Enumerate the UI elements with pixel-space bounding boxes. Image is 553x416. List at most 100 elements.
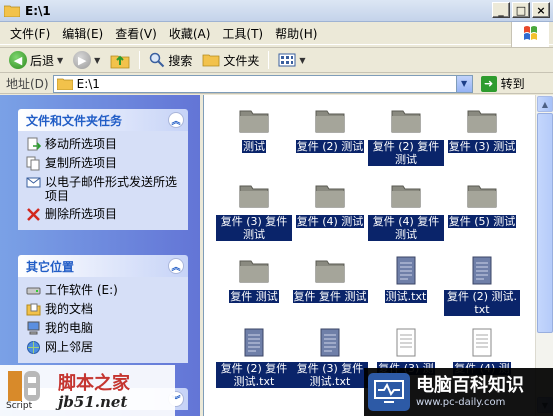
file-item[interactable]: 测试.txt	[368, 255, 444, 303]
folder-icon	[315, 260, 345, 283]
menu-file[interactable]: 文件(F)	[4, 25, 56, 42]
folders-button[interactable]: 文件夹	[199, 49, 262, 71]
menu-edit[interactable]: 编辑(E)	[56, 25, 109, 42]
folder-icon	[391, 110, 421, 133]
folder-icon	[239, 260, 269, 283]
scroll-up-button[interactable]: ▲	[537, 96, 553, 112]
file-item[interactable]: 复件 (2) 测试	[292, 105, 368, 153]
copy-icon	[26, 156, 41, 171]
up-folder-button[interactable]	[107, 49, 133, 71]
file-name: 复件 (2) 测试	[295, 140, 365, 153]
task-move[interactable]: 移动所选项目	[26, 135, 182, 154]
collapse-icon[interactable]: ︽	[168, 258, 184, 274]
title-bar: E:\1 _ □ ×	[0, 0, 553, 22]
menu-view[interactable]: 查看(V)	[109, 25, 163, 42]
task-label: 复制所选项目	[45, 156, 118, 170]
forward-arrow-icon: ▶	[73, 51, 92, 69]
file-name: 复件 (2) 复件 测试.txt	[216, 362, 292, 388]
search-label: 搜索	[168, 53, 193, 68]
address-label: 地址(D)	[6, 77, 49, 91]
my-documents-icon	[26, 302, 41, 317]
email-icon	[26, 175, 41, 190]
windows-logo-icon	[511, 22, 549, 48]
folder-icon	[56, 78, 73, 90]
file-item[interactable]: 测试	[216, 105, 292, 153]
text-file-icon	[472, 256, 492, 285]
file-item[interactable]: 复件 (2) 复件 测试.txt	[216, 327, 292, 388]
maximize-button[interactable]: □	[512, 2, 530, 18]
file-item[interactable]: 复件 (5) 测试	[444, 180, 520, 228]
minimize-button[interactable]: _	[492, 2, 510, 18]
address-value: E:\1	[76, 76, 100, 91]
file-item[interactable]: 复件 (3) 测试	[444, 105, 520, 153]
monitor-icon	[368, 373, 410, 411]
go-arrow-icon: ➜	[480, 75, 497, 92]
search-icon	[150, 52, 165, 68]
folder-icon	[467, 185, 497, 208]
forward-button[interactable]: ▶ ▼	[70, 49, 103, 71]
place-network[interactable]: 网上邻居	[26, 338, 182, 357]
menu-favorites[interactable]: 收藏(A)	[163, 25, 217, 42]
file-name: 复件 (3) 复件 测试	[216, 215, 292, 241]
text-file-icon	[396, 256, 416, 285]
folder-icon	[315, 185, 345, 208]
other-places-panel: 其它位置 ︽ 工作软件 (E:) 我的文档 我的电脑 网上邻居	[18, 255, 188, 363]
task-delete[interactable]: 删除所选项目	[26, 205, 182, 224]
file-name: 复件 (4) 复件 测试	[368, 215, 444, 241]
file-item[interactable]: 复件 测试	[216, 255, 292, 303]
file-item[interactable]: 复件 (2) 复件 测试	[368, 105, 444, 166]
network-icon	[26, 340, 41, 355]
views-button[interactable]: ▼	[275, 49, 308, 71]
move-icon	[26, 137, 41, 152]
close-button[interactable]: ×	[532, 2, 550, 18]
file-name: 复件 (2) 复件 测试	[368, 140, 444, 166]
folder-icon	[239, 110, 269, 133]
panel-title: 其它位置	[26, 259, 75, 274]
file-item[interactable]: 复件 (2) 测试.txt	[444, 255, 520, 316]
file-name: 复件 (3) 测试	[447, 140, 517, 153]
folder-icon	[315, 110, 345, 133]
search-button[interactable]: 搜索	[146, 49, 195, 71]
file-item[interactable]: 复件 (3) 复件 测试.txt	[292, 327, 368, 388]
place-drive-e[interactable]: 工作软件 (E:)	[26, 281, 182, 300]
address-dropdown-icon[interactable]: ▼	[455, 75, 472, 92]
file-item[interactable]: 复件 复件 测试	[292, 255, 368, 303]
jb51-title: 脚本之家	[58, 373, 130, 394]
file-item[interactable]: 复件 (4) 测试	[292, 180, 368, 228]
scroll-thumb[interactable]	[537, 113, 553, 333]
views-grid-icon	[278, 53, 296, 67]
text-file-icon	[396, 328, 416, 357]
file-name: 测试	[242, 140, 266, 153]
file-name: 复件 测试	[229, 290, 279, 303]
task-email[interactable]: 以电子邮件形式发送所选项目	[26, 173, 182, 205]
delete-icon	[26, 207, 41, 222]
place-my-documents[interactable]: 我的文档	[26, 300, 182, 319]
back-button[interactable]: ◀ 后退 ▼	[6, 49, 66, 71]
back-label: 后退	[30, 53, 55, 68]
place-label: 我的电脑	[45, 321, 94, 335]
jb51-url: jb51.net	[58, 393, 128, 411]
chevron-down-icon: ▼	[94, 55, 101, 65]
panel-header[interactable]: 其它位置 ︽	[18, 255, 188, 277]
drive-icon	[26, 283, 41, 298]
folder-icon	[391, 185, 421, 208]
file-name: 复件 (2) 测试.txt	[444, 290, 520, 316]
file-name: 测试.txt	[384, 290, 428, 303]
jb51-watermark: Script 脚本之家 jb51.net	[0, 365, 175, 416]
address-input[interactable]: E:\1 ▼	[52, 74, 473, 93]
place-my-computer[interactable]: 我的电脑	[26, 319, 182, 338]
menu-help[interactable]: 帮助(H)	[269, 25, 323, 42]
folder-icon	[202, 54, 220, 67]
file-name: 复件 (5) 测试	[447, 215, 517, 228]
menu-tools[interactable]: 工具(T)	[216, 25, 269, 42]
task-copy[interactable]: 复制所选项目	[26, 154, 182, 173]
folder-icon	[239, 185, 269, 208]
collapse-icon[interactable]: ︽	[168, 112, 184, 128]
text-file-icon	[244, 328, 264, 357]
panel-header[interactable]: 文件和文件夹任务 ︽	[18, 109, 188, 131]
file-item[interactable]: 复件 (4) 复件 测试	[368, 180, 444, 241]
toolbar-separator	[139, 51, 141, 69]
file-item[interactable]: 复件 (3) 复件 测试	[216, 180, 292, 241]
go-label: 转到	[500, 77, 525, 91]
go-button[interactable]: ➜ 转到	[480, 75, 525, 92]
